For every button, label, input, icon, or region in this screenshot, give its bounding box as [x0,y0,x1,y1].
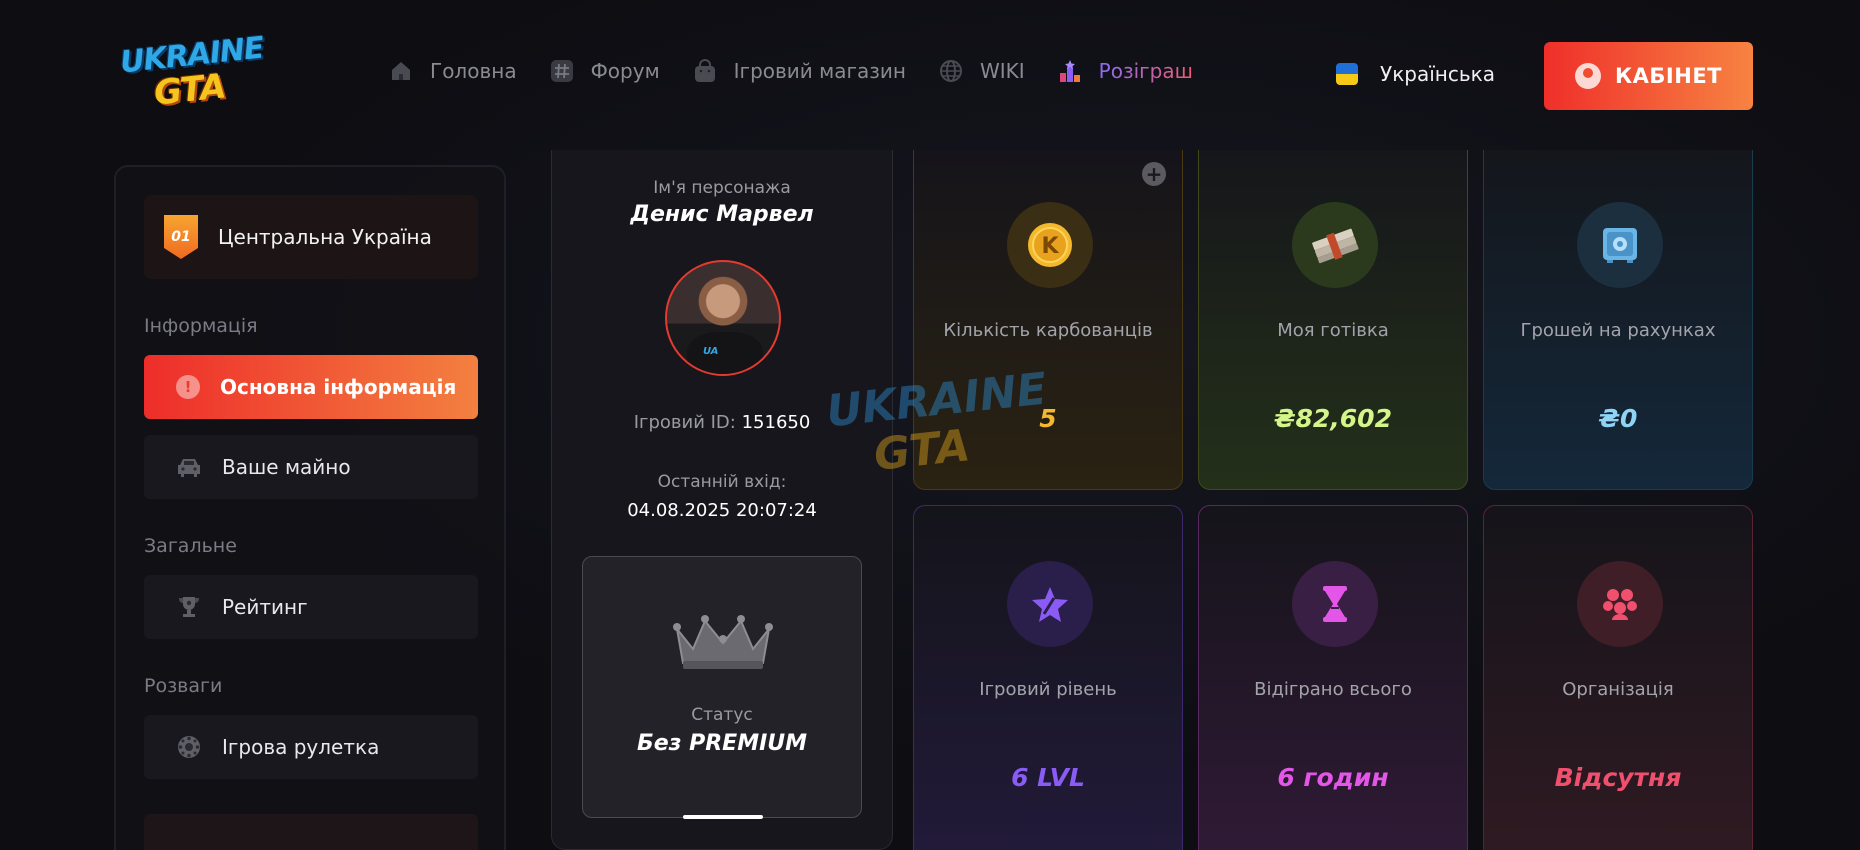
hourglass-icon [1292,561,1378,647]
alert-icon: ! [176,375,200,399]
stat-value: 6 LVL [1011,763,1085,792]
stat-value: Відсутня [1554,763,1682,792]
status-value: Без PREMIUM [636,731,808,756]
nav-forum[interactable]: Форум [549,58,660,84]
language-label: Українська [1380,62,1495,86]
sidebar-item-label: Ігрова рулетка [222,735,380,759]
sidebar: 01 Центральна Україна Інформація ! Основ… [114,165,506,850]
nav-giveaway-label: Розіграш [1098,59,1193,83]
safe-icon [1577,202,1663,288]
trophy-icon [176,594,202,620]
nav-shop[interactable]: Ігровий магазин [692,58,906,84]
stat-card-cash: Моя готівка ₴82,602 [1198,150,1468,490]
logo-line2: GTA [152,66,228,114]
sidebar-item-rating[interactable]: Рейтинг [144,575,478,639]
last-login-value: 04.08.2025 20:07:24 [627,500,817,521]
stat-value: ₴82,602 [1274,404,1392,433]
sidebar-item-label: Основна інформація [220,375,457,399]
language-selector[interactable]: Українська [1336,62,1495,86]
stat-card-played-time: Відіграно всього 6 годин [1198,505,1468,850]
add-icon[interactable]: + [1142,162,1166,186]
status-box: Статус Без PREMIUM [582,556,862,819]
stat-value: ₴0 [1598,404,1638,433]
star-icon [1007,561,1093,647]
user-icon [1575,63,1601,89]
status-indicator [683,815,763,819]
stat-label: Кількість карбованців [943,320,1153,341]
crown-icon [673,615,773,669]
sidebar-item-peek[interactable] [144,814,478,850]
server-name: Центральна Україна [218,225,432,249]
stat-label: Організація [1562,679,1674,700]
nav-wiki-label: WIKI [979,59,1025,83]
nav-forum-label: Форум [590,59,660,83]
nav-shop-label: Ігровий магазин [733,59,906,83]
character-name-label: Ім'я персонажа [653,178,791,198]
section-title-info: Інформація [144,315,258,337]
nav-wiki[interactable]: WIKI [938,58,1025,84]
character-name: Денис Марвел [630,202,814,227]
game-id-label: Ігровий ID: [633,412,736,433]
stat-card-level: Ігровий рівень 6 LVL [913,505,1183,850]
car-icon [176,454,202,480]
coin-icon: K [1007,202,1093,288]
cabinet-button[interactable]: КАБІНЕТ [1544,42,1753,110]
stat-value: 5 [1039,404,1057,433]
cabinet-label: КАБІНЕТ [1615,64,1722,88]
hash-icon [549,58,575,84]
main-nav: Головна Форум Ігровий магазин WIKI Розіг… [388,58,1225,84]
sidebar-item-property[interactable]: Ваше майно [144,435,478,499]
stat-card-karbovanets: + K Кількість карбованців 5 [913,150,1183,490]
logo[interactable]: UKRAINE GTA [118,31,268,118]
stat-card-accounts: Грошей на рахунках ₴0 [1483,150,1753,490]
sidebar-item-main-info[interactable]: ! Основна інформація [144,355,478,419]
roulette-icon [176,734,202,760]
sidebar-item-label: Рейтинг [222,595,308,619]
status-label: Статус [691,705,753,725]
nav-home[interactable]: Головна [388,58,517,84]
cash-stack-icon [1292,202,1378,288]
podium-icon [1057,58,1083,84]
header: UKRAINE GTA Головна Форум Ігровий магази… [0,0,1860,150]
ukraine-flag-icon [1336,63,1358,85]
nav-home-label: Головна [430,59,517,83]
svg-text:K: K [1041,234,1059,259]
stat-value: 6 годин [1277,763,1389,792]
stat-label: Грошей на рахунках [1520,320,1716,341]
last-login-label: Останній вхід: [657,472,787,492]
game-id-row: Ігровий ID: 151650 [552,412,892,433]
nav-giveaway[interactable]: Розіграш [1057,58,1193,84]
group-icon [1577,561,1663,647]
shopping-bag-icon [692,58,718,84]
stat-label: Ігровий рівень [979,679,1117,700]
server-badge: 01 [164,215,198,259]
section-title-entertainment: Розваги [144,675,223,697]
section-title-general: Загальне [144,535,237,557]
game-id-value: 151650 [741,412,811,433]
stat-card-organization: Організація Відсутня [1483,505,1753,850]
character-card: Ім'я персонажа Денис Марвел UA Ігровий I… [551,150,893,850]
home-icon [388,58,414,84]
sidebar-item-roulette[interactable]: Ігрова рулетка [144,715,478,779]
server-selector[interactable]: 01 Центральна Україна [144,195,478,279]
stat-label: Відіграно всього [1254,679,1412,700]
stat-label: Моя готівка [1277,320,1389,341]
globe-icon [938,58,964,84]
avatar: UA [665,260,781,376]
sidebar-item-label: Ваше майно [222,455,351,479]
